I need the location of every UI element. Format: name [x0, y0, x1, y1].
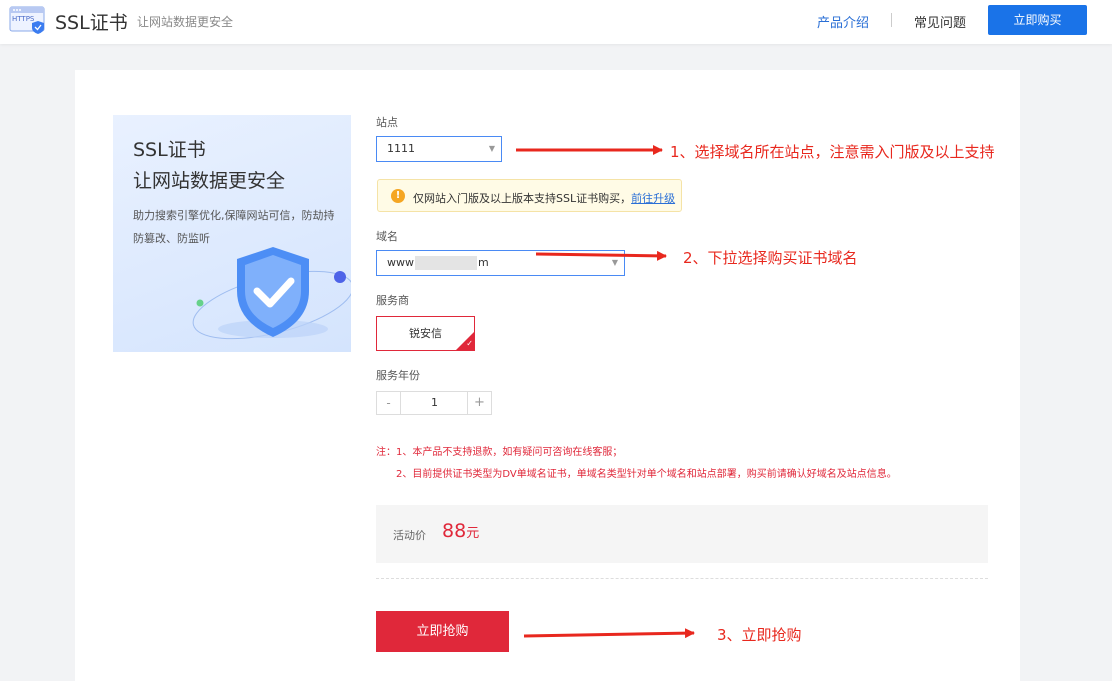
- banner-title-line2: 让网站数据更安全: [133, 170, 286, 192]
- price-amount: 88: [442, 520, 467, 542]
- nav-faq-link[interactable]: 常见问题: [914, 12, 966, 31]
- https-logo-icon: HTTPS: [9, 6, 47, 34]
- banner-desc-line1: 助力搜索引擎优化,保障网站可信，防劫持: [133, 209, 335, 222]
- years-input[interactable]: 1: [401, 392, 468, 414]
- increment-button[interactable]: +: [467, 392, 491, 414]
- price-panel: 活动价 88元: [376, 505, 988, 563]
- logo-badge-text: HTTPS: [12, 15, 35, 23]
- site-select[interactable]: 1111 ▼: [376, 136, 502, 162]
- divider: [376, 578, 988, 579]
- chevron-down-icon: ▼: [488, 144, 495, 153]
- ssl-banner: SSL证书 让网站数据更安全 助力搜索引擎优化,保障网站可信，防劫持 防篡改、防…: [113, 115, 351, 352]
- top-header: HTTPS SSL证书 让网站数据更安全 产品介绍 常见问题 立即购买: [0, 0, 1112, 44]
- price-value: 88元: [442, 520, 479, 542]
- warning-icon: !: [391, 189, 405, 203]
- annotation-step2: 2、下拉选择购买证书域名: [683, 249, 858, 267]
- domain-select[interactable]: www m ▼: [376, 250, 625, 276]
- decrement-button[interactable]: -: [377, 392, 401, 414]
- note-line-2: 2、目前提供证书类型为DV单域名证书，单域名类型针对单个域名和站点部署，购买前请…: [396, 469, 897, 480]
- years-stepper: - 1 +: [376, 391, 492, 415]
- provider-option-selected[interactable]: 锐安信 ✓: [376, 316, 475, 351]
- price-unit: 元: [466, 526, 480, 541]
- domain-redacted: [415, 256, 477, 270]
- security-shield-icon: [192, 247, 351, 340]
- domain-prefix: www: [387, 256, 414, 269]
- domain-label: 域名: [376, 230, 398, 243]
- site-select-value: 1111: [387, 142, 415, 155]
- nav-divider: [891, 13, 892, 27]
- product-subtitle: 让网站数据更安全: [137, 15, 234, 29]
- chevron-down-icon: ▼: [611, 258, 618, 267]
- price-label: 活动价: [393, 529, 426, 542]
- buy-now-button[interactable]: 立即购买: [988, 5, 1087, 35]
- site-label: 站点: [376, 116, 398, 129]
- check-icon: ✓: [466, 339, 473, 348]
- notice-message: 仅网站入门版及以上版本支持SSL证书购买，: [413, 192, 632, 205]
- upgrade-link[interactable]: 前往升级: [631, 192, 675, 205]
- notice-text: 仅网站入门版及以上版本支持SSL证书购买，前往升级: [413, 190, 675, 206]
- note-line-1: 注：1、本产品不支持退款，如有疑问可咨询在线客服；: [376, 447, 623, 458]
- years-label: 服务年份: [376, 369, 420, 382]
- annotation-step1: 1、选择域名所在站点，注意需入门版及以上支持: [670, 143, 995, 161]
- provider-label: 服务商: [376, 294, 409, 307]
- product-title: SSL证书: [55, 12, 128, 34]
- nav-product-intro-link[interactable]: 产品介绍: [817, 12, 869, 31]
- provider-name: 锐安信: [409, 327, 442, 340]
- domain-suffix: m: [478, 256, 489, 269]
- banner-title-line1: SSL证书: [133, 139, 206, 161]
- annotation-step3: 3、立即抢购: [717, 626, 802, 644]
- upgrade-notice: ! 仅网站入门版及以上版本支持SSL证书购买，前往升级: [377, 179, 682, 212]
- purchase-now-button[interactable]: 立即抢购: [376, 611, 509, 652]
